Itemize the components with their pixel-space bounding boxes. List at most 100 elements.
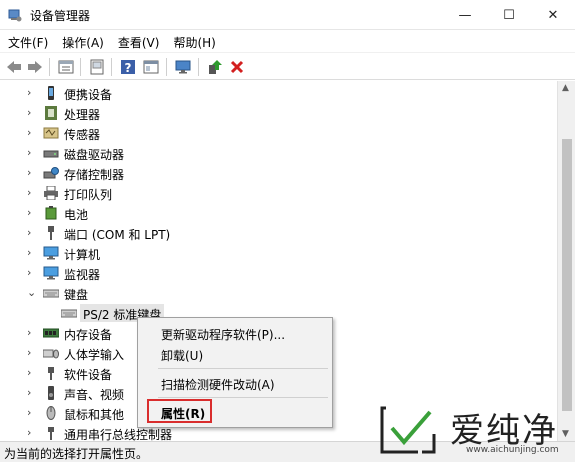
menu-help[interactable]: 帮助(H): [165, 31, 221, 51]
menu-view[interactable]: 查看(V): [110, 31, 166, 51]
tree-item-print-queues[interactable]: › 打印队列: [0, 183, 557, 203]
port-icon: [48, 226, 54, 240]
window-title: 设备管理器: [30, 9, 91, 23]
portable-device-icon: [48, 86, 54, 100]
tree-item-portable-devices[interactable]: › 便携设备: [0, 83, 557, 103]
chevron-right-icon[interactable]: ›: [27, 366, 37, 380]
computer-icon: [43, 246, 59, 260]
close-button[interactable]: ✕: [531, 0, 575, 30]
chevron-right-icon[interactable]: ›: [27, 406, 37, 420]
chevron-right-icon[interactable]: ›: [27, 386, 37, 400]
tree-item-label: 磁盘驱动器: [64, 148, 125, 162]
forward-icon[interactable]: [25, 57, 45, 77]
chevron-right-icon[interactable]: ›: [27, 126, 37, 140]
uninstall-icon[interactable]: [227, 57, 247, 77]
monitor-icon[interactable]: [173, 57, 193, 77]
printer-icon: [44, 186, 58, 200]
chevron-right-icon[interactable]: ›: [27, 426, 37, 440]
device-manager-icon: [8, 9, 22, 22]
audio-icon: [48, 386, 54, 400]
watermark-url: www.aichunjing.com: [466, 445, 559, 455]
properties-icon[interactable]: [56, 57, 76, 77]
menu-separator: [158, 368, 328, 369]
chevron-right-icon[interactable]: ›: [27, 186, 37, 200]
tree-item-label: 存储控制器: [64, 168, 125, 182]
menu-item-scan-hardware[interactable]: 扫描检测硬件改动(A): [139, 373, 331, 393]
tree-item-storage-controllers[interactable]: › 存储控制器: [0, 163, 557, 183]
keyboard-icon: [61, 309, 77, 318]
update-driver-icon[interactable]: [205, 57, 225, 77]
chevron-right-icon[interactable]: ›: [27, 226, 37, 240]
tree-item-label: 声音、视频: [64, 388, 125, 402]
menu-item-properties[interactable]: 属性(R): [139, 402, 331, 422]
svg-text:?: ?: [125, 61, 132, 75]
tree-item-ports[interactable]: › 端口 (COM 和 LPT): [0, 223, 557, 243]
toolbar-separator: [49, 58, 50, 76]
chevron-right-icon[interactable]: ›: [27, 346, 37, 360]
menu-action[interactable]: 操作(A): [54, 31, 110, 51]
minimize-button[interactable]: —: [443, 0, 487, 30]
tree-item-label: 端口 (COM 和 LPT): [64, 228, 171, 242]
battery-icon: [45, 206, 57, 220]
tree-item-label: 人体学输入: [64, 348, 125, 362]
context-menu: 更新驱动程序软件(P)... 卸载(U) 扫描检测硬件改动(A) 属性(R): [137, 317, 333, 428]
tree-item-label: 电池: [64, 208, 89, 222]
memory-icon: [43, 328, 59, 338]
menu-file[interactable]: 文件(F): [0, 31, 54, 51]
sensor-icon: [43, 127, 59, 139]
tree-item-label: 处理器: [64, 108, 101, 122]
tree-item-processors[interactable]: › 处理器: [0, 103, 557, 123]
tree-item-label: 软件设备: [64, 368, 113, 382]
help-icon[interactable]: ?: [118, 57, 138, 77]
chevron-right-icon[interactable]: ›: [27, 166, 37, 180]
tree-item-label: 计算机: [64, 248, 101, 262]
tree-item-label: 鼠标和其他: [64, 408, 125, 422]
chevron-right-icon[interactable]: ›: [27, 326, 37, 340]
view-icon[interactable]: [141, 57, 161, 77]
chevron-right-icon[interactable]: ›: [27, 206, 37, 220]
tree-item-label: 键盘: [64, 288, 89, 302]
scrollbar-thumb[interactable]: [562, 139, 572, 411]
tree-item-sensors[interactable]: › 传感器: [0, 123, 557, 143]
back-icon[interactable]: [4, 57, 24, 77]
disk-drive-icon: [43, 150, 59, 158]
menu-item-update-driver[interactable]: 更新驱动程序软件(P)...: [139, 323, 331, 343]
tree-item-label: 传感器: [64, 128, 101, 142]
toolbar-separator: [80, 58, 81, 76]
tree-item-monitors[interactable]: › 监视器: [0, 263, 557, 283]
tree-item-label: 打印队列: [64, 188, 113, 202]
chevron-right-icon[interactable]: ›: [27, 106, 37, 120]
chevron-down-icon[interactable]: ⌄: [27, 286, 37, 300]
chevron-right-icon[interactable]: ›: [27, 266, 37, 280]
tree-item-label: 便携设备: [64, 88, 113, 102]
hid-icon: [43, 349, 59, 359]
status-text: 为当前的选择打开属性页。: [4, 447, 149, 461]
toolbar-separator: [166, 58, 167, 76]
chevron-right-icon[interactable]: ›: [27, 246, 37, 260]
menu-item-label: 属性(R): [161, 407, 206, 421]
menu-item-label: 卸载(U): [161, 349, 204, 363]
scroll-up-icon[interactable]: ▲: [562, 83, 569, 93]
scan-icon[interactable]: [87, 57, 107, 77]
chevron-right-icon[interactable]: ›: [27, 146, 37, 160]
title-bar: 设备管理器 — ☐ ✕: [0, 0, 575, 30]
tree-item-computer[interactable]: › 计算机: [0, 243, 557, 263]
chevron-right-icon[interactable]: ›: [27, 86, 37, 100]
vertical-scrollbar[interactable]: ▲ ▼: [557, 81, 575, 441]
keyboard-icon: [43, 289, 59, 298]
toolbar-separator: [111, 58, 112, 76]
tree-item-disk-drives[interactable]: › 磁盘驱动器: [0, 143, 557, 163]
menu-item-label: 更新驱动程序软件(P)...: [161, 328, 286, 342]
mouse-icon: [46, 406, 56, 420]
usb-icon: [48, 427, 54, 440]
menu-bar: 文件(F) 操作(A) 查看(V) 帮助(H): [0, 31, 575, 51]
tree-item-batteries[interactable]: › 电池: [0, 203, 557, 223]
tree-item-keyboards[interactable]: ⌄ 键盘: [0, 283, 557, 303]
tree-item-label: 通用串行总线控制器: [64, 428, 173, 441]
menu-separator: [158, 397, 328, 398]
tree-item-label: 内存设备: [64, 328, 113, 342]
menu-item-uninstall[interactable]: 卸载(U): [139, 344, 331, 364]
maximize-button[interactable]: ☐: [487, 0, 531, 30]
storage-controller-icon: [43, 167, 59, 179]
tree-item-label: 监视器: [64, 268, 101, 282]
